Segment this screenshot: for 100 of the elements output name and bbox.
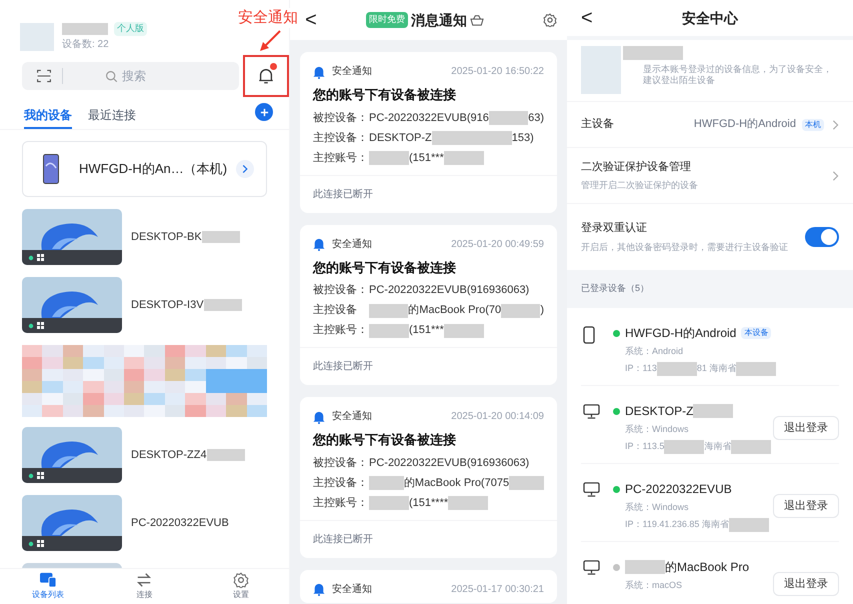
nav-tab[interactable]: 设置	[192, 569, 289, 604]
scan-icon[interactable]	[36, 68, 52, 84]
notification-category: 安全通知	[332, 582, 372, 596]
redaction-block	[488, 111, 528, 125]
search-icon	[105, 70, 118, 82]
value-text: PC-20220322EVUB	[625, 481, 732, 498]
redaction-block	[656, 362, 697, 376]
row-subtitle: 开启后，其他设备密码登录时，需要进行主设备验证	[581, 241, 788, 254]
desktop-thumbnail[interactable]	[22, 495, 122, 551]
redaction-block	[369, 476, 404, 490]
notification-time: 2025-01-20 00:49:59	[451, 238, 544, 252]
field-label: 主控账号：	[313, 150, 369, 166]
logout-button[interactable]: 退出登录	[773, 416, 839, 440]
system-text: 系统：macOS	[625, 579, 684, 592]
avatar-placeholder	[20, 23, 54, 51]
notification-time: 2025-01-20 00:14:09	[451, 410, 544, 424]
swap-arrows-icon	[135, 572, 154, 588]
redaction-block	[664, 440, 704, 454]
field-label: 主控设备：	[313, 130, 369, 146]
field-label: 被控设备：	[313, 456, 369, 471]
notification-card[interactable]: 安全通知 2025-01-20 16:50:22 您的账号下有设备被连接 被控设备：PC-20220322EVUB(916 63) 主控设备：DESKTOP-Z 153) 主控账号： (151*** 此连接已断开	[300, 52, 557, 212]
redaction-block	[472, 131, 512, 145]
tab[interactable]: 最近连接	[88, 103, 136, 129]
notification-button[interactable]	[243, 55, 289, 97]
row-subtitle: 管理开启二次验证保护的设备	[581, 178, 698, 192]
desktop-thumbnail[interactable]	[22, 277, 122, 333]
notification-category: 安全通知	[332, 64, 372, 79]
redaction-block	[369, 324, 409, 338]
main-device-row[interactable]: 主设备 HWFGD-H的Android 本机	[567, 102, 853, 148]
value-text: PC-20220322EVUB(916	[369, 110, 489, 126]
system-text: 系统：Windows	[625, 423, 690, 436]
notification-card[interactable]: 安全通知 2025-01-20 00:14:09 您的账号下有设备被连接 被控设备：PC-20220322EVUB(916936063) 主控设备： 的MacBook Pro(7075 主控账号： (151**** 此连接已断开	[300, 397, 557, 558]
logout-button[interactable]: 退出登录	[773, 494, 839, 518]
redaction-block	[501, 304, 540, 318]
section-header: 已登录设备（5）	[581, 282, 650, 296]
redaction-block	[623, 46, 683, 60]
avatar-placeholder	[581, 46, 621, 94]
verification-row[interactable]: 二次验证保护设备管理 管理开启二次验证保护的设备	[567, 148, 853, 204]
screen-title: 安全中心	[682, 8, 738, 28]
field-label: 被控设备：	[313, 283, 369, 298]
device-badge: 本设备	[741, 327, 772, 339]
value-text: 的MacBook Pro(70	[408, 303, 502, 318]
open-button[interactable]	[236, 160, 254, 178]
nav-tab[interactable]: 设备列表	[0, 569, 96, 604]
nav-tab[interactable]: 连接	[96, 569, 193, 604]
status-text: 此连接已断开	[300, 174, 557, 212]
bell-icon	[313, 237, 325, 251]
device-name: DESKTOP-I3V	[131, 298, 204, 313]
toggle-switch[interactable]	[805, 227, 839, 247]
value-text: (151***	[409, 323, 444, 338]
description-text: 显示本账号登录过的设备信息，为了设备安全，建议登出陌生设备	[643, 64, 833, 86]
plan-badge: 个人版	[114, 22, 147, 36]
notification-card[interactable]: 安全通知 2025-01-17 00:30:21	[300, 570, 557, 602]
desktop-thumbnail[interactable]	[22, 427, 122, 483]
bell-icon	[313, 64, 325, 78]
monitor-icon	[583, 404, 600, 419]
back-button[interactable]: <	[304, 10, 318, 30]
redaction-block	[731, 440, 772, 454]
redaction-block	[369, 304, 408, 318]
value-text: 的MacBook Pro	[665, 559, 750, 576]
row-label: 主设备	[581, 116, 614, 132]
value-text: (151****	[409, 496, 448, 511]
notification-category: 安全通知	[332, 410, 372, 424]
system-text: 系统：Windows	[625, 501, 690, 514]
row-label: 二次验证保护设备管理	[581, 160, 692, 175]
redaction-block	[693, 404, 734, 418]
plus-icon	[260, 108, 268, 116]
monitor-icon	[583, 560, 600, 575]
phone-icon	[583, 326, 595, 344]
this-device-card[interactable]: HWFGD-H的An…（本机)	[22, 141, 267, 197]
field-label: 被控设备：	[313, 110, 369, 126]
status-text: 此连接已断开	[300, 520, 557, 558]
annotation-arrow	[258, 29, 282, 53]
annotation-label: 安全通知	[238, 8, 298, 28]
value-text: 81 海南省	[696, 362, 736, 375]
value-text: 63)	[528, 110, 544, 126]
system-text: 系统：Android	[625, 345, 684, 358]
value-text: IP：119.41.236.85 海南省	[625, 518, 729, 531]
phone-icon	[43, 154, 59, 184]
redaction-block	[369, 151, 409, 165]
desktop-thumbnail[interactable]	[22, 209, 122, 265]
value-text: PC-20220322EVUB(916936063)	[369, 456, 530, 471]
value-text: IP：113.5	[625, 440, 664, 453]
tab[interactable]: 我的设备	[24, 103, 72, 129]
redaction-block	[625, 560, 665, 574]
add-button[interactable]	[255, 103, 273, 121]
basket-icon[interactable]	[470, 14, 484, 26]
value-text: )	[540, 303, 544, 318]
settings-icon[interactable]	[543, 13, 557, 27]
device-name: DESKTOP-BK	[131, 230, 202, 245]
device-count: 设备数: 22	[62, 38, 110, 52]
notification-title: 您的账号下有设备被连接	[313, 258, 457, 276]
device-name: HWFGD-H的An…（本机)	[79, 160, 228, 178]
back-button[interactable]: <	[581, 8, 593, 28]
field-label: 主控账号：	[313, 496, 369, 511]
logout-button[interactable]: 退出登录	[773, 572, 839, 596]
search-placeholder: 搜索	[122, 68, 146, 85]
notification-time: 2025-01-17 00:30:21	[451, 582, 544, 596]
value-text: DESKTOP-Z	[625, 403, 694, 420]
notification-card[interactable]: 安全通知 2025-01-20 00:49:59 您的账号下有设备被连接 被控设备：PC-20220322EVUB(916936063) 主控设备 的MacBook Pro(70 ) 主控账号： (151*** 此连接已断开	[300, 224, 557, 385]
